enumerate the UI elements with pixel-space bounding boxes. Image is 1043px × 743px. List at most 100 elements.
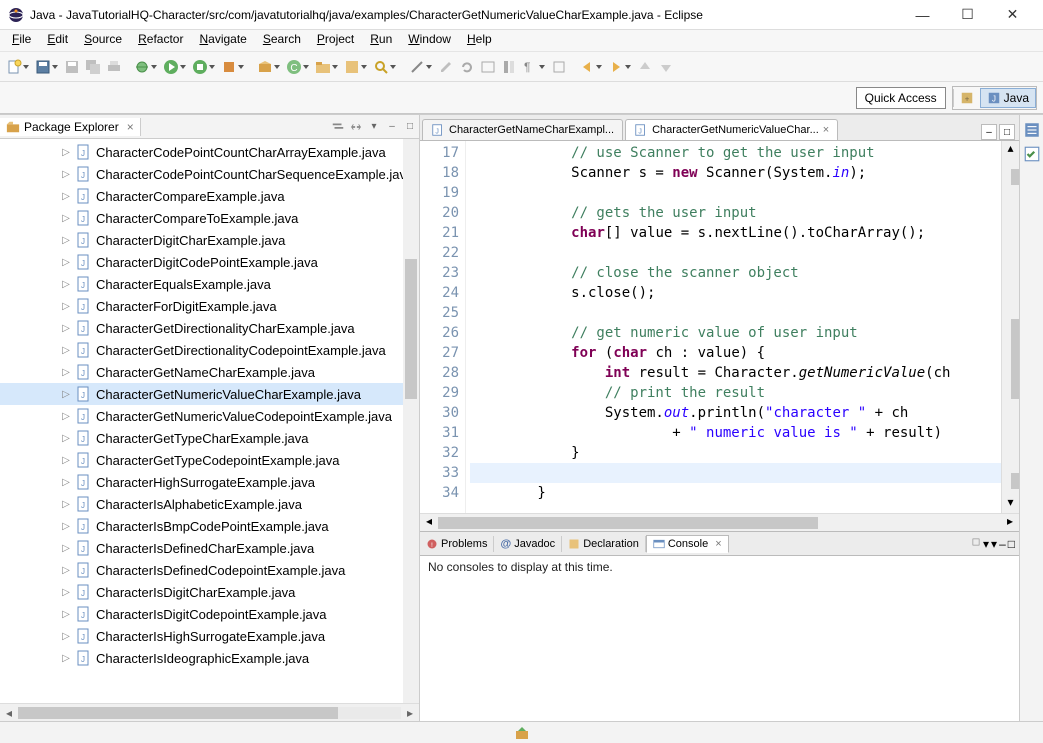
tree-file[interactable]: ▷JCharacterIsDefinedCodepointExample.jav… [0,559,419,581]
link-editor-button[interactable] [347,118,365,136]
refresh-button[interactable] [457,57,477,77]
up-button[interactable] [635,57,655,77]
outline-button[interactable] [478,57,498,77]
new-class-button[interactable]: C [284,57,304,77]
collapse-all-button[interactable] [329,118,347,136]
forward-button[interactable] [606,57,626,77]
horizontal-scrollbar[interactable]: ◂ ▸ [0,703,419,721]
console-tab[interactable]: Console× [646,535,729,553]
menu-refactor[interactable]: Refactor [130,30,191,51]
updates-icon[interactable] [514,725,530,741]
view-menu-button[interactable]: ▾ [365,118,383,136]
open-type-button[interactable] [342,57,362,77]
menu-project[interactable]: Project [309,30,362,51]
code-editor[interactable]: 171819202122232425262728293031323334 // … [420,141,1019,513]
search-button[interactable] [371,57,391,77]
menu-file[interactable]: File [4,30,39,51]
coverage-button[interactable] [190,57,210,77]
tree-file[interactable]: ▷JCharacterCodePointCountCharArrayExampl… [0,141,419,163]
tree-file[interactable]: ▷JCharacterDigitCodePointExample.java [0,251,419,273]
run-button[interactable] [161,57,181,77]
maximize-button[interactable]: ☐ [945,1,990,29]
new-folder-button[interactable] [313,57,333,77]
tree-file[interactable]: ▷JCharacterIsHighSurrogateExample.java [0,625,419,647]
menu-run[interactable]: Run [362,30,400,51]
new-button[interactable] [4,57,24,77]
edit-button[interactable] [436,57,456,77]
down-button[interactable] [656,57,676,77]
close-button[interactable]: ✕ [990,1,1035,29]
external-tools-button[interactable] [219,57,239,77]
tree-file[interactable]: ▷JCharacterIsDefinedCharExample.java [0,537,419,559]
tree-file[interactable]: ▷JCharacterIsAlphabeticExample.java [0,493,419,515]
text-button[interactable]: ¶ [520,57,540,77]
menu-window[interactable]: Window [400,30,459,51]
tree-file[interactable]: ▷JCharacterIsDigitCodepointExample.java [0,603,419,625]
open-perspective-button[interactable]: + [953,89,980,107]
menu-source[interactable]: Source [76,30,130,51]
vertical-scrollbar[interactable] [403,139,419,703]
save-button[interactable] [62,57,82,77]
close-icon[interactable]: × [715,538,721,550]
tree-file[interactable]: ▷JCharacterCodePointCountCharSequenceExa… [0,163,419,185]
pin-button[interactable] [549,57,569,77]
toggle-button[interactable] [499,57,519,77]
problems-tab[interactable]: !Problems [420,536,494,552]
tree-file[interactable]: ▷JCharacterGetNumericValueCharExample.ja… [0,383,419,405]
tree-file[interactable]: ▷JCharacterGetDirectionalityCharExample.… [0,317,419,339]
debug-button[interactable] [132,57,152,77]
editor-tab-1[interactable]: J CharacterGetNameCharExampl... [422,119,623,140]
tree-file[interactable]: ▷JCharacterEqualsExample.java [0,273,419,295]
console-display-button[interactable]: ▾ [983,537,989,551]
svg-text:J: J [81,281,85,290]
editor-tab-2[interactable]: J CharacterGetNumericValueChar... × [625,119,838,140]
console-new-button[interactable]: ▾ [991,537,997,551]
java-perspective-button[interactable]: J Java [980,88,1036,108]
tree-file[interactable]: ▷JCharacterForDigitExample.java [0,295,419,317]
save-group-button[interactable] [33,57,53,77]
declaration-tab[interactable]: Declaration [562,536,646,552]
tree-file[interactable]: ▷JCharacterGetNameCharExample.java [0,361,419,383]
tree-file[interactable]: ▷JCharacterGetNumericValueCodepointExamp… [0,405,419,427]
close-icon[interactable]: × [127,120,134,134]
minimize-view-button[interactable]: – [383,118,401,136]
tree-file[interactable]: ▷JCharacterIsBmpCodePointExample.java [0,515,419,537]
package-explorer-tab[interactable]: Package Explorer × [0,118,141,136]
task-list-icon[interactable] [1023,145,1041,163]
quick-access-input[interactable]: Quick Access [856,87,946,109]
code-content[interactable]: // use Scanner to get the user input Sca… [466,141,1001,513]
tree-file[interactable]: ▷JCharacterGetDirectionalityCodepointExa… [0,339,419,361]
tree-file-label: CharacterCompareToExample.java [96,211,298,226]
tree-file[interactable]: ▷JCharacterCompareToExample.java [0,207,419,229]
package-tree[interactable]: ▷JCharacterCodePointCountCharArrayExampl… [0,139,419,703]
maximize-view-button[interactable]: □ [401,118,419,136]
close-icon[interactable]: × [823,124,829,136]
svg-text:J: J [81,479,85,488]
editor-vertical-scrollbar[interactable]: ▴ ▾ [1001,141,1019,513]
menu-search[interactable]: Search [255,30,309,51]
save-all-button[interactable] [83,57,103,77]
maximize-editor-button[interactable]: □ [999,124,1015,140]
javadoc-tab[interactable]: @Javadoc [494,536,562,552]
tree-file[interactable]: ▷JCharacterHighSurrogateExample.java [0,471,419,493]
tree-file[interactable]: ▷JCharacterGetTypeCharExample.java [0,427,419,449]
print-button[interactable] [104,57,124,77]
menu-navigate[interactable]: Navigate [191,30,254,51]
menu-help[interactable]: Help [459,30,500,51]
new-package-button[interactable] [255,57,275,77]
tree-file[interactable]: ▷JCharacterCompareExample.java [0,185,419,207]
back-button[interactable] [577,57,597,77]
outline-icon[interactable] [1023,121,1041,139]
minimize-bottom-button[interactable]: – [999,537,1006,551]
tree-file[interactable]: ▷JCharacterGetTypeCodepointExample.java [0,449,419,471]
editor-horizontal-scrollbar[interactable]: ◂ ▸ [420,513,1019,531]
tree-file[interactable]: ▷JCharacterIsIdeographicExample.java [0,647,419,669]
minimize-button[interactable]: — [900,1,945,29]
maximize-bottom-button[interactable]: □ [1008,537,1015,551]
wand-button[interactable] [407,57,427,77]
tree-file[interactable]: ▷JCharacterIsDigitCharExample.java [0,581,419,603]
tree-file[interactable]: ▷JCharacterDigitCharExample.java [0,229,419,251]
menu-edit[interactable]: Edit [39,30,76,51]
minimize-editor-button[interactable]: – [981,124,997,140]
console-pin-button[interactable] [971,537,981,551]
